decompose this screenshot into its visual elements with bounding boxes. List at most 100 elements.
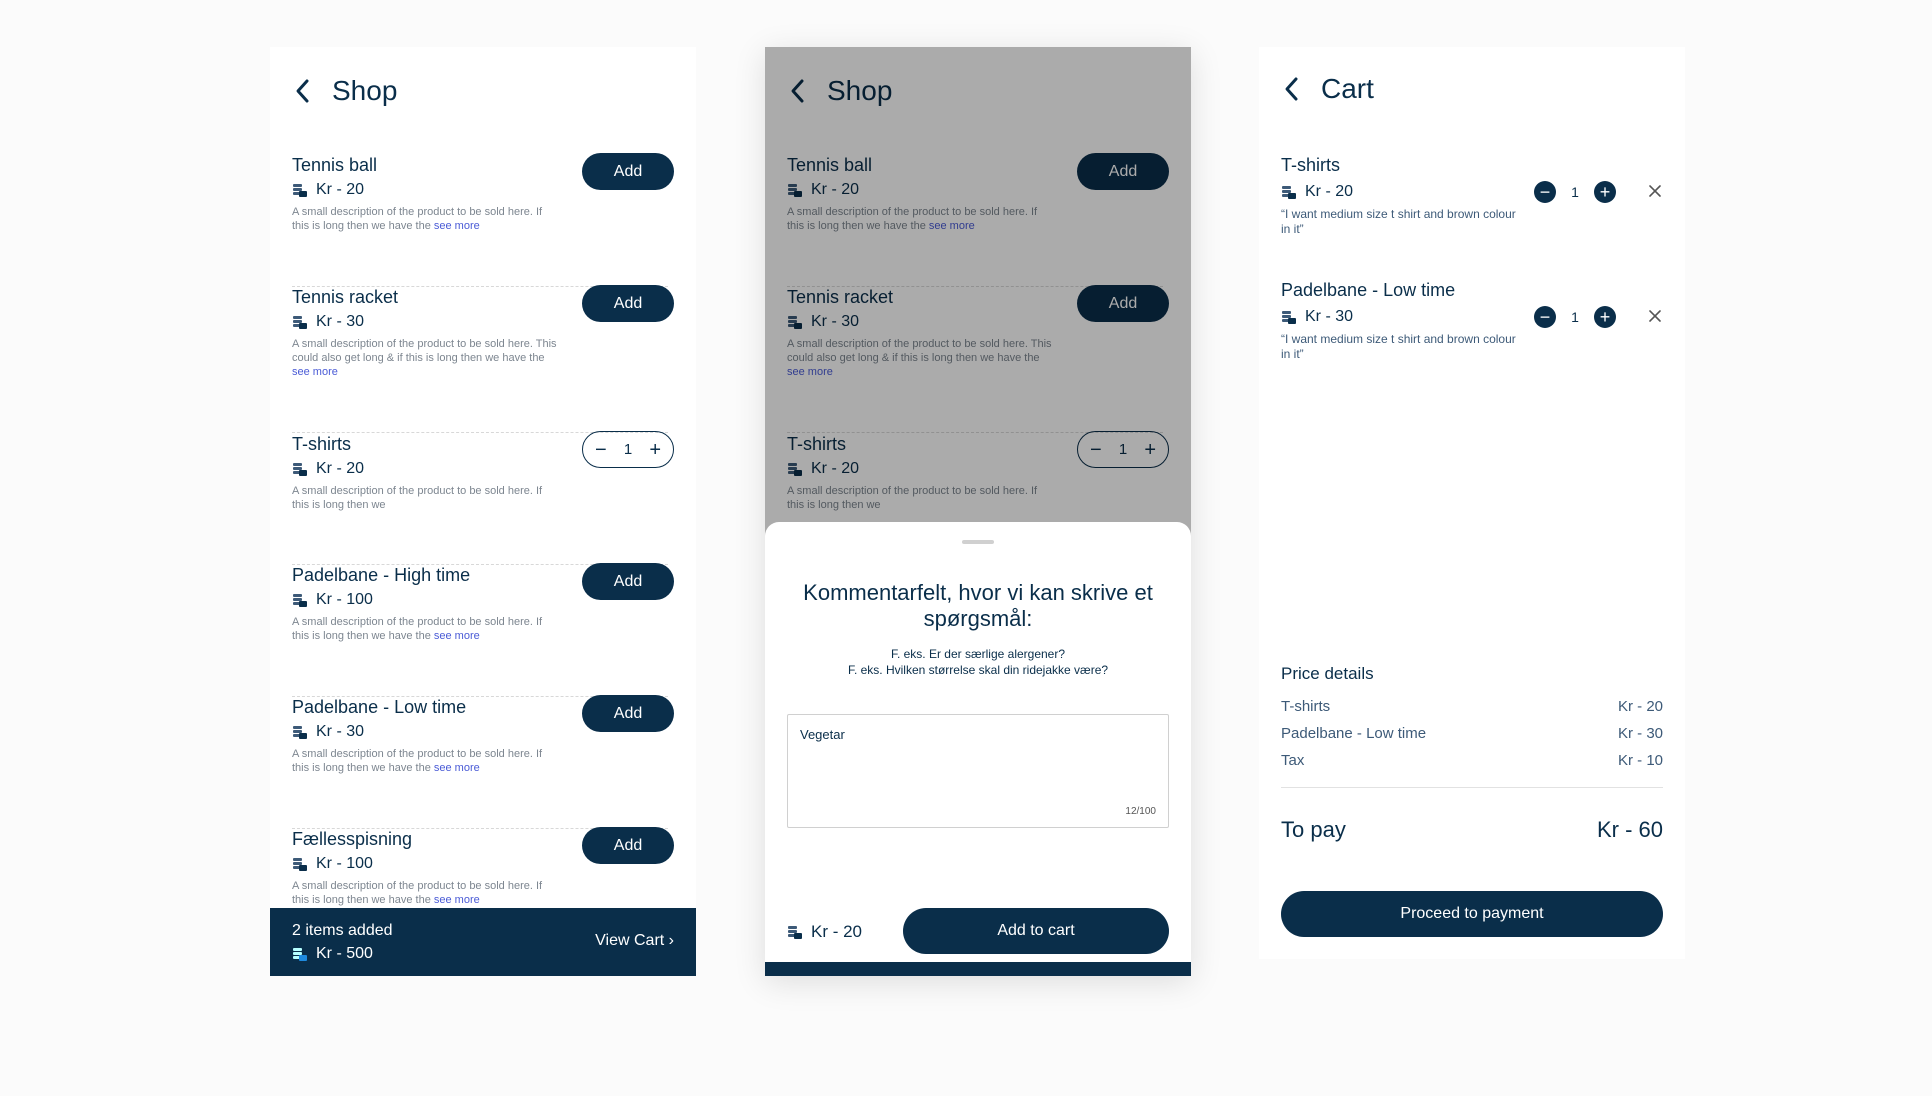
- product-name: Tennis racket: [787, 287, 894, 307]
- items-added-count: 2 items added: [292, 922, 393, 939]
- add-button: Add: [1077, 153, 1169, 190]
- close-icon[interactable]: [1647, 308, 1663, 324]
- shop-comment-screen: Shop Tennis ball Kr - 20 A small descrip…: [765, 47, 1191, 976]
- product-price: Kr - 20: [787, 460, 859, 478]
- cart-item-price: Kr - 30: [1281, 308, 1353, 326]
- coin-icon: [787, 924, 803, 940]
- shop-screen: Shop Tennis ball Kr - 20 A small descrip…: [270, 47, 696, 976]
- see-more-link: see more: [928, 220, 975, 232]
- coin-icon: [292, 314, 308, 330]
- cart-item-name: Padelbane - Low time: [1281, 280, 1456, 300]
- to-pay-value: Kr - 60: [1596, 817, 1663, 842]
- coin-icon: [787, 182, 803, 198]
- price-row: Tax Kr - 10: [1281, 752, 1663, 769]
- divider: [1281, 787, 1663, 788]
- minus-icon[interactable]: −: [1534, 306, 1556, 328]
- back-icon[interactable]: [1281, 74, 1303, 104]
- back-icon[interactable]: [292, 76, 314, 106]
- page-title: Shop: [332, 75, 398, 106]
- plus-icon: +: [1144, 438, 1156, 461]
- coin-icon: [1281, 309, 1297, 325]
- cart-item-note: “I want medium size t shirt and brown co…: [1281, 332, 1516, 361]
- shop-header: Shop: [292, 75, 397, 107]
- close-icon[interactable]: [1647, 183, 1663, 199]
- plus-icon[interactable]: +: [1594, 181, 1616, 203]
- coin-icon: [292, 946, 308, 962]
- to-pay-label: To pay: [1281, 817, 1346, 842]
- quantity-value: 1: [1571, 184, 1579, 200]
- product-name: Tennis ball: [292, 155, 378, 175]
- price-details-title: Price details: [1281, 664, 1374, 683]
- product-price: Kr - 100: [292, 855, 373, 873]
- coin-icon: [292, 461, 308, 477]
- quantity-stepper[interactable]: − 1 +: [582, 431, 674, 468]
- quantity-stepper: − 1 +: [1534, 181, 1616, 203]
- product-description: A small description of the product to be…: [292, 616, 543, 642]
- add-button[interactable]: Add: [582, 563, 674, 600]
- coin-icon: [787, 461, 803, 477]
- sheet-grab-handle[interactable]: [962, 540, 994, 544]
- comment-value: Vegetar: [800, 727, 845, 742]
- product-description: A small description of the product to be…: [292, 748, 543, 774]
- cart-total: Kr - 500: [292, 945, 373, 963]
- product-item: Tennis ball Kr - 20 A small description …: [270, 153, 696, 287]
- cart-item-name: T-shirts: [1281, 155, 1341, 175]
- plus-icon[interactable]: +: [1594, 306, 1616, 328]
- product-description: A small description of the product to be…: [292, 338, 557, 378]
- product-item: Padelbane - Low time Kr - 30 A small des…: [270, 695, 696, 829]
- add-button[interactable]: Add: [582, 695, 674, 732]
- see-more-link[interactable]: see more: [434, 762, 480, 774]
- character-counter: 12/100: [1125, 806, 1156, 817]
- see-more-link[interactable]: see more: [434, 894, 480, 906]
- product-description: A small description of the product to be…: [787, 485, 1038, 511]
- plus-icon[interactable]: +: [649, 440, 661, 460]
- comment-textarea[interactable]: Vegetar 12/100: [787, 714, 1169, 828]
- view-cart-link[interactable]: View Cart ›: [595, 932, 674, 950]
- comment-question: Kommentarfelt, hvor vi kan skrive et spø…: [803, 580, 1153, 631]
- product-name: Padelbane - Low time: [292, 697, 467, 717]
- see-more-link: see more: [787, 366, 833, 378]
- see-more-link[interactable]: see more: [434, 630, 480, 642]
- product-item: Tennis racket Kr - 30 A small descriptio…: [270, 285, 696, 433]
- product-price: Kr - 30: [787, 313, 859, 331]
- product-description: A small description of the product to be…: [292, 880, 543, 906]
- product-price: Kr - 30: [292, 313, 364, 331]
- product-description: A small description of the product to be…: [787, 338, 1052, 378]
- product-price: Kr - 20: [787, 181, 859, 199]
- sheet-bottom-bar: [765, 962, 1191, 976]
- see-more-link[interactable]: see more: [292, 366, 338, 378]
- product-price: Kr - 20: [292, 460, 364, 478]
- sheet-price: Kr - 20: [787, 922, 862, 942]
- coin-icon: [292, 724, 308, 740]
- add-to-cart-button[interactable]: Add to cart: [903, 908, 1169, 954]
- product-name: Padelbane - High time: [292, 565, 471, 585]
- product-name: T-shirts: [787, 434, 847, 454]
- page-title: Shop: [827, 75, 893, 106]
- price-row: T-shirts Kr - 20: [1281, 698, 1663, 715]
- product-price: Kr - 100: [292, 591, 373, 609]
- product-item: Tennis racket Kr - 30 A small descriptio…: [765, 285, 1191, 433]
- product-name: Tennis racket: [292, 287, 399, 307]
- see-more-link[interactable]: see more: [434, 220, 480, 232]
- minus-icon: −: [1090, 438, 1102, 461]
- back-icon: [787, 76, 809, 106]
- product-price: Kr - 20: [292, 181, 364, 199]
- add-button[interactable]: Add: [582, 153, 674, 190]
- coin-icon: [787, 314, 803, 330]
- add-button[interactable]: Add: [582, 285, 674, 322]
- product-name: Fællesspisning: [292, 829, 413, 849]
- product-item: T-shirts Kr - 20 A small description of …: [270, 431, 696, 565]
- proceed-to-payment-button[interactable]: Proceed to payment: [1281, 891, 1663, 937]
- cart-header: Cart: [1281, 73, 1374, 105]
- product-name: Tennis ball: [787, 155, 873, 175]
- product-item: Tennis ball Kr - 20 A small description …: [765, 153, 1191, 287]
- quantity-value: 1: [1118, 441, 1128, 458]
- product-description: A small description of the product to be…: [292, 206, 543, 232]
- cart-summary-bar[interactable]: 2 items added Kr - 500 View Cart ›: [270, 908, 696, 976]
- quantity-stepper: − 1 +: [1077, 431, 1169, 468]
- coin-icon: [292, 592, 308, 608]
- to-pay-row: To pay Kr - 60: [1281, 817, 1663, 843]
- minus-icon[interactable]: −: [595, 440, 607, 460]
- add-button[interactable]: Add: [582, 827, 674, 864]
- minus-icon[interactable]: −: [1534, 181, 1556, 203]
